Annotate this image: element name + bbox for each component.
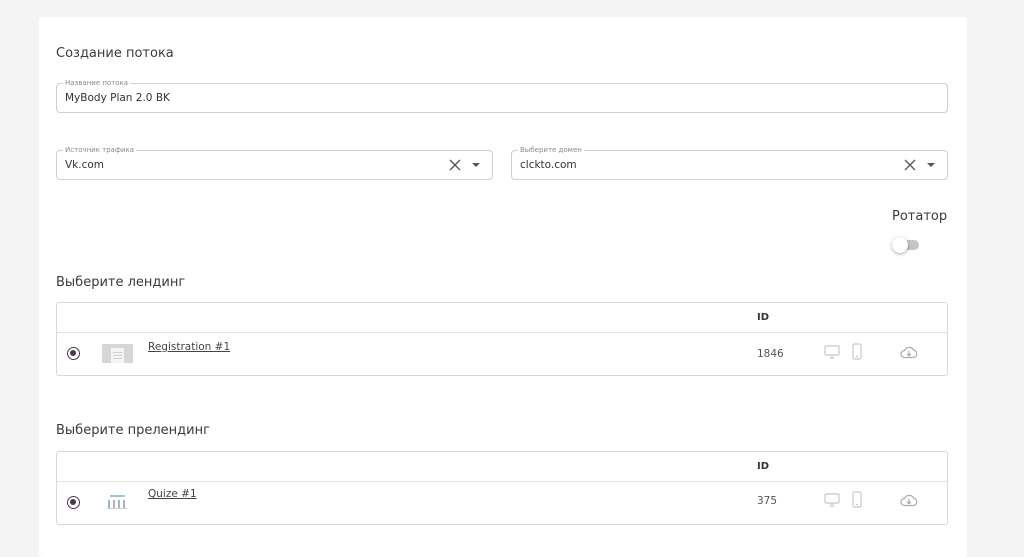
landing-thumbnail [102,344,133,363]
id-column-header: ID [757,461,770,472]
domain-label: Выберите домен [518,145,584,155]
cloud-download-icon[interactable] [900,346,918,359]
traffic-source-label: Источник трафика [63,145,137,155]
toggle-knob [892,237,908,253]
flow-name-label: Название потока [63,78,131,88]
create-flow-card: Создание потока Название потока MyBody P… [39,17,967,557]
mobile-icon[interactable] [852,491,862,508]
landing-name-link[interactable]: Registration #1 [148,341,230,353]
id-column-header: ID [757,312,770,323]
traffic-source-value: Vk.com [65,159,105,171]
landing-radio[interactable] [67,347,80,360]
landing-section-title: Выберите лендинг [56,275,186,290]
table-header: ID [57,303,947,333]
flow-name-field[interactable]: Название потока MyBody Plan 2.0 BK [56,78,948,113]
domain-select[interactable]: Выберите домен clckto.com [511,145,948,180]
domain-value: clckto.com [520,159,577,171]
landing-id: 1846 [757,348,784,360]
close-icon[interactable] [903,158,917,172]
table-row[interactable]: Registration #1 1846 [57,333,947,375]
rotator-label: Ротатор [892,209,948,224]
prelanding-thumbnail [102,493,133,512]
caret-down-icon[interactable] [472,163,480,167]
prelanding-radio[interactable] [67,496,80,509]
page-title: Создание потока [56,46,174,61]
caret-down-icon[interactable] [927,163,935,167]
prelanding-id: 375 [757,495,778,507]
cloud-download-icon[interactable] [900,494,918,507]
prelanding-table: ID Quize #1 375 [56,451,948,525]
mobile-icon[interactable] [852,343,862,360]
table-header: ID [57,452,947,482]
prelanding-name-link[interactable]: Quize #1 [148,488,197,500]
close-icon[interactable] [448,158,462,172]
traffic-source-select[interactable]: Источник трафика Vk.com [56,145,493,180]
prelanding-section-title: Выберите прелендинг [56,423,210,438]
flow-name-value: MyBody Plan 2.0 BK [65,92,170,104]
table-row[interactable]: Quize #1 375 [57,482,947,524]
desktop-icon[interactable] [824,493,840,508]
desktop-icon[interactable] [824,345,840,360]
landing-table: ID Registration #1 1846 [56,302,948,376]
rotator-toggle[interactable] [892,237,920,253]
